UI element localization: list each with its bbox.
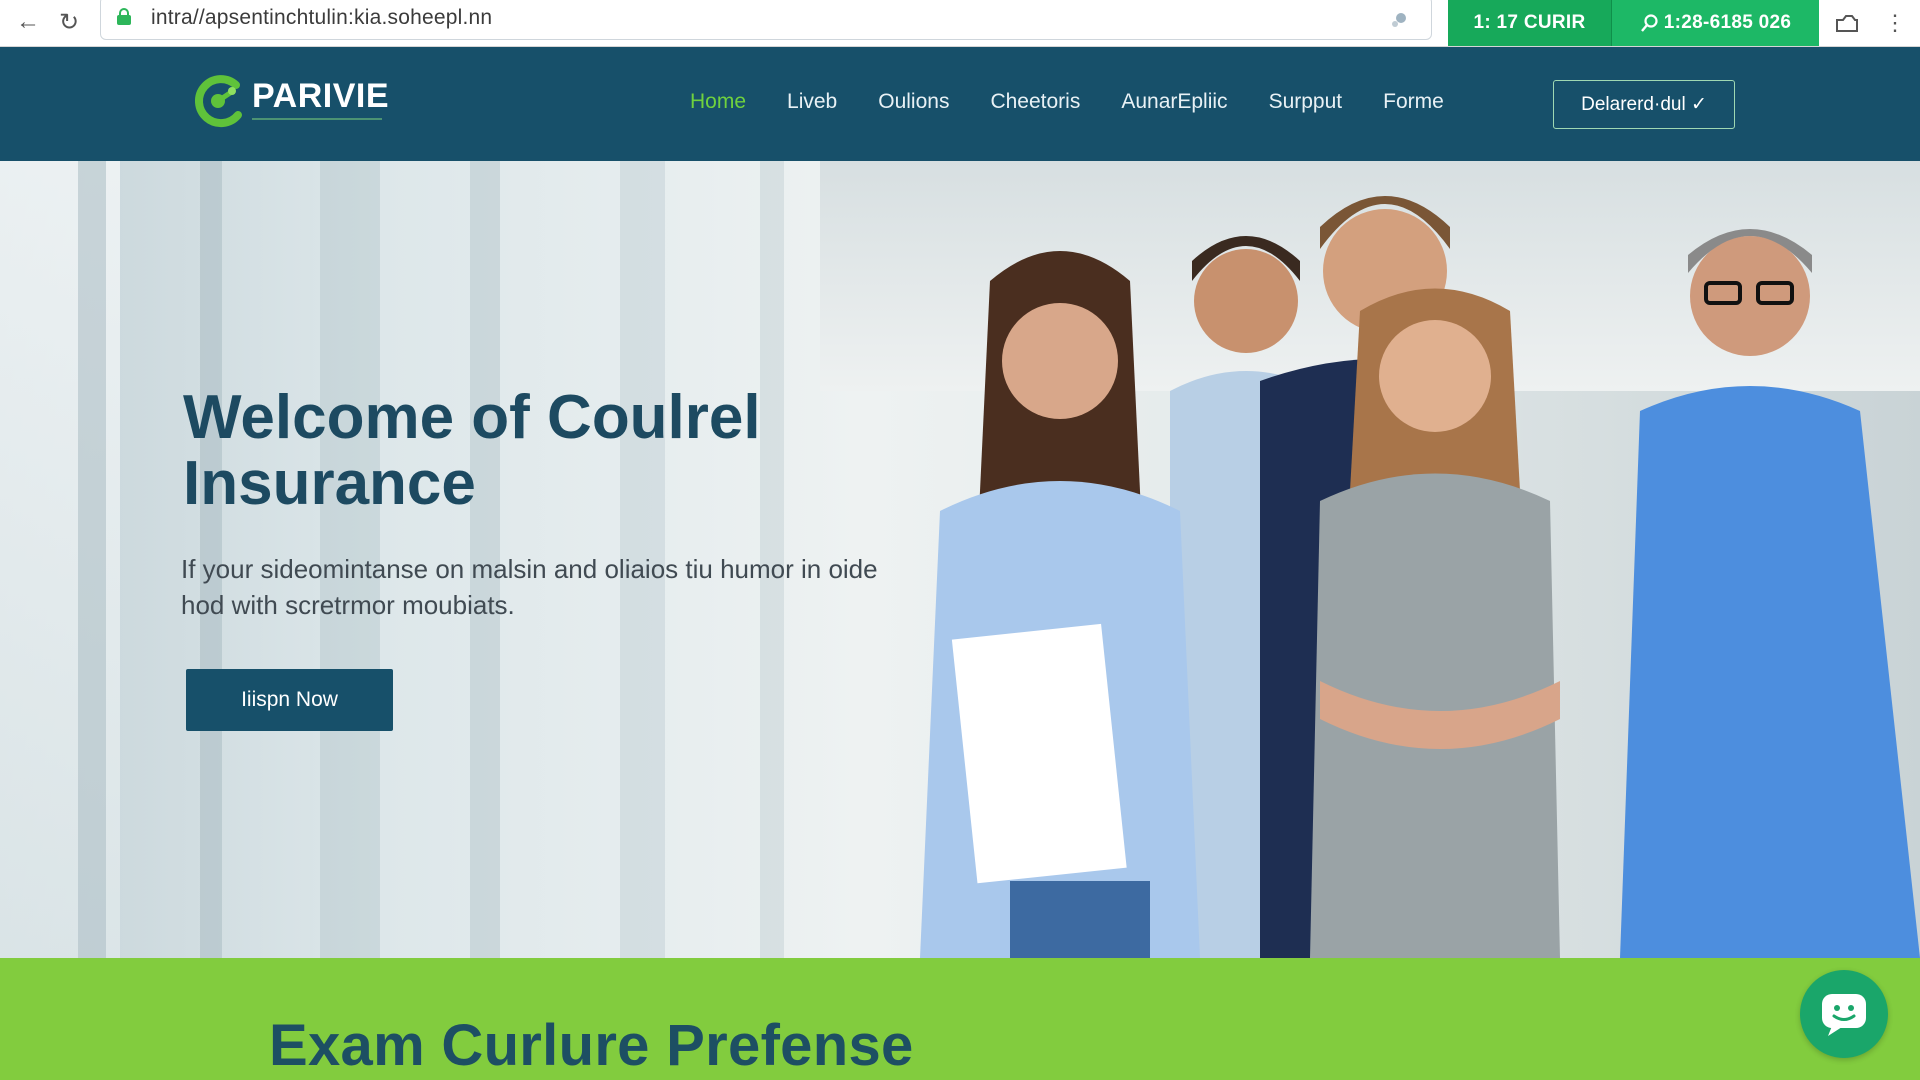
hero-subtitle: If your sideomintanse on malsin and olia… bbox=[181, 554, 878, 620]
team-photo bbox=[920, 196, 1920, 958]
reload-icon[interactable]: ↻ bbox=[53, 6, 85, 38]
address-url: intra//apsentinchtulin:kia.soheepl.nn bbox=[151, 6, 493, 29]
search-icon bbox=[1640, 14, 1658, 32]
logo-name: PARIVIE bbox=[252, 77, 390, 115]
back-arrow-icon[interactable]: ← bbox=[12, 6, 44, 38]
phone-number: 1:28-6185 026 bbox=[1663, 12, 1792, 33]
nav-aunarepliic[interactable]: AunarEpliic bbox=[1121, 87, 1227, 117]
hero-title: Welcome of Coulrel Insurance bbox=[183, 383, 761, 518]
section-band: Exam Curlure Prefense bbox=[0, 958, 1920, 1080]
logo-mark-icon bbox=[194, 75, 242, 128]
extension-icon[interactable] bbox=[1389, 6, 1413, 30]
logo[interactable]: PARIVIE bbox=[188, 71, 389, 131]
browser-toolbar: ← ↻ intra//apsentinchtulin:kia.soheepl.n… bbox=[0, 0, 1920, 47]
logo-tagline bbox=[252, 114, 389, 124]
main-nav: Home Liveb Oulions Cheetoris AunarEpliic… bbox=[690, 87, 1485, 117]
chat-button[interactable] bbox=[1800, 970, 1888, 1058]
cloud-icon[interactable] bbox=[1832, 8, 1862, 38]
lock-icon bbox=[117, 8, 131, 25]
nav-liveb[interactable]: Liveb bbox=[787, 87, 837, 117]
site-header: PARIVIE Home Liveb Oulions Cheetoris Aun… bbox=[0, 47, 1920, 161]
nav-oulions[interactable]: Oulions bbox=[878, 87, 949, 117]
nav-home[interactable]: Home bbox=[690, 87, 746, 117]
chat-icon bbox=[1822, 994, 1866, 1036]
phone-chip[interactable]: 1: 17 CURIR bbox=[1448, 0, 1612, 46]
header-cta-button[interactable]: Delarerd·dul ✓ bbox=[1553, 80, 1735, 129]
search-phone-chip[interactable]: 1:28-6185 026 bbox=[1612, 0, 1819, 46]
hero-cta-button[interactable]: Iiispn Now bbox=[186, 669, 393, 731]
more-menu-icon[interactable]: ⋮ bbox=[1880, 8, 1910, 38]
nav-forme[interactable]: Forme bbox=[1383, 87, 1444, 117]
address-bar[interactable]: intra//apsentinchtulin:kia.soheepl.nn bbox=[100, 0, 1432, 40]
nav-surpput[interactable]: Surpput bbox=[1269, 87, 1343, 117]
hero-section: Welcome of Coulrel Insurance If your sid… bbox=[0, 161, 1920, 958]
window-column bbox=[78, 161, 106, 958]
section-title: Exam Curlure Prefense bbox=[269, 1013, 914, 1078]
nav-cheetoris[interactable]: Cheetoris bbox=[990, 87, 1080, 117]
